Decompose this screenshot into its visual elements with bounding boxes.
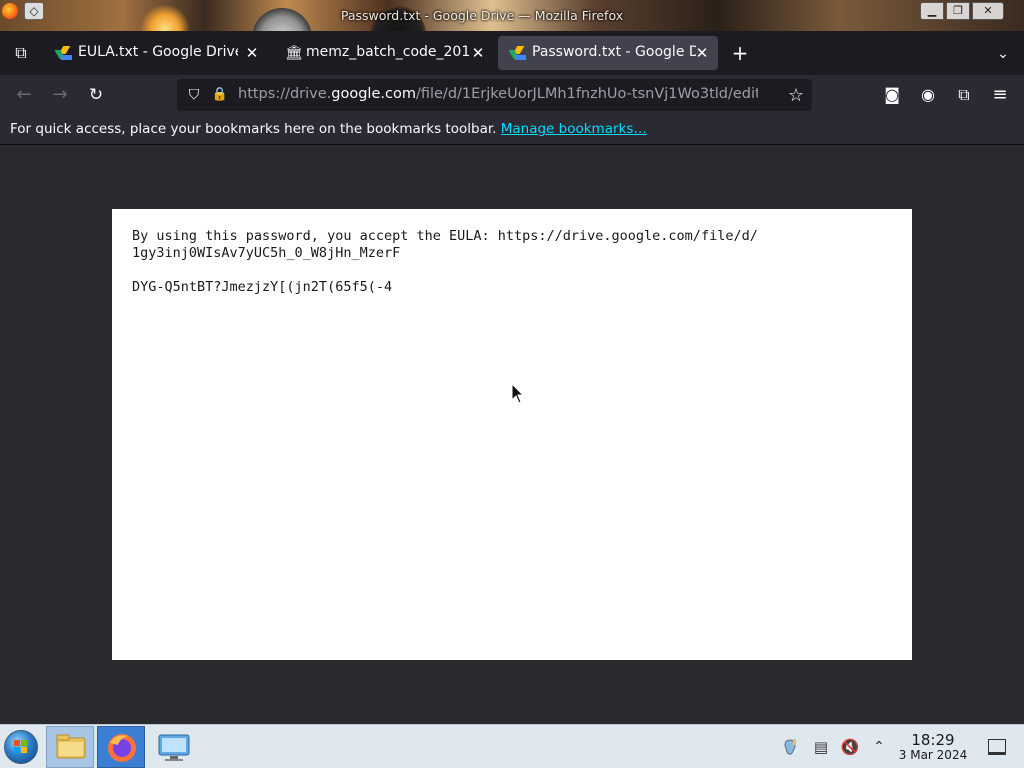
mouse-pointer-icon [511, 383, 525, 404]
bookmarks-hint-text: For quick access, place your bookmarks h… [10, 121, 501, 137]
show-hidden-icons-icon[interactable]: ⌃ [869, 737, 889, 757]
tab-label: memz_batch_code_2018 [306, 44, 470, 60]
url-host: google.com [331, 86, 416, 102]
navigation-toolbar: ← → ↻ ⛉ 🔒 https://drive.google.com/file/… [0, 75, 1024, 115]
taskbar-monitor-button[interactable] [150, 726, 198, 768]
tab-eula[interactable]: EULA.txt - Google Drive ✕ [44, 36, 272, 70]
maximize-button[interactable]: ❐ [946, 2, 970, 20]
close-tab-button[interactable]: ✕ [468, 43, 488, 63]
reload-button[interactable]: ↻ [84, 83, 108, 107]
files-icon [56, 734, 86, 759]
clipboard-icon[interactable]: ▤ [811, 737, 831, 757]
close-tab-button[interactable]: ✕ [242, 43, 262, 63]
tab-strip: ⧉ EULA.txt - Google Drive ✕ 🏛 memz_batch… [0, 31, 1024, 75]
windows-flag-icon [14, 740, 27, 753]
url-input[interactable]: https://drive.google.com/file/d/1ErjkeUo… [238, 86, 758, 102]
window-title: Password.txt - Google Drive — Mozilla Fi… [340, 8, 624, 23]
bookmark-star-icon[interactable]: ☆ [785, 85, 807, 107]
start-menu-button[interactable] [4, 730, 38, 764]
manage-bookmarks-link[interactable]: Manage bookmarks… [501, 121, 647, 137]
url-bar[interactable]: ⛉ 🔒 https://drive.google.com/file/d/1Erj… [177, 79, 812, 111]
close-tab-button[interactable]: ✕ [692, 43, 712, 63]
new-tab-button[interactable]: + [729, 43, 751, 65]
firefox-view-button[interactable]: ⧉ [8, 40, 34, 66]
lock-icon[interactable]: 🔒 [211, 86, 229, 104]
close-window-button[interactable]: ✕ [972, 2, 1004, 20]
window-titlebar[interactable]: ◇ Password.txt - Google Drive — Mozilla … [0, 0, 1024, 31]
show-desktop-button[interactable] [988, 739, 1006, 755]
page-content: By using this password, you accept the E… [0, 146, 1024, 724]
text-document-viewer[interactable]: By using this password, you accept the E… [112, 209, 912, 660]
monitor-icon [158, 734, 190, 761]
back-button[interactable]: ← [12, 83, 36, 107]
hamburger-menu-icon[interactable]: ≡ [988, 83, 1012, 107]
url-prefix: https://drive. [238, 86, 332, 102]
pocket-icon[interactable]: ◙ [880, 83, 904, 107]
forward-button[interactable]: → [48, 83, 72, 107]
account-icon[interactable]: ◉ [916, 83, 940, 107]
tab-memz-batch-code[interactable]: 🏛 memz_batch_code_2018 ✕ [272, 36, 496, 70]
extensions-icon[interactable]: ⧉ [952, 83, 976, 107]
tab-password[interactable]: Password.txt - Google Drive ✕ [498, 36, 718, 70]
taskbar: ▤ 🔇 ⌃ 18:29 3 Mar 2024 [0, 724, 1024, 768]
google-drive-icon [54, 46, 72, 60]
taskbar-firefox-button[interactable] [97, 726, 145, 768]
firefox-icon [108, 734, 136, 762]
google-drive-icon [508, 46, 526, 60]
bookmarks-toolbar: For quick access, place your bookmarks h… [0, 115, 1024, 145]
bookmarks-hint: For quick access, place your bookmarks h… [10, 121, 647, 137]
tracking-protection-shield-icon[interactable]: ⛉ [185, 86, 203, 104]
url-path: /file/d/1ErjkeUorJLMh1fnzhUo-tsnVj1Wo3tl… [415, 86, 758, 102]
tray-app-icon[interactable] [780, 737, 800, 757]
taskbar-files-button[interactable] [46, 726, 94, 768]
museum-icon: 🏛 [285, 45, 303, 61]
list-all-tabs-button[interactable]: ⌄ [992, 43, 1014, 65]
tab-label: Password.txt - Google Drive [532, 44, 696, 60]
tab-label: EULA.txt - Google Drive [78, 44, 238, 60]
document-text: By using this password, you accept the E… [132, 228, 758, 295]
volume-muted-icon[interactable]: 🔇 [840, 737, 860, 757]
minimize-button[interactable]: ▁ [920, 2, 944, 20]
clock-date[interactable]: 3 Mar 2024 [896, 748, 970, 762]
clock-time[interactable]: 18:29 [896, 731, 970, 749]
